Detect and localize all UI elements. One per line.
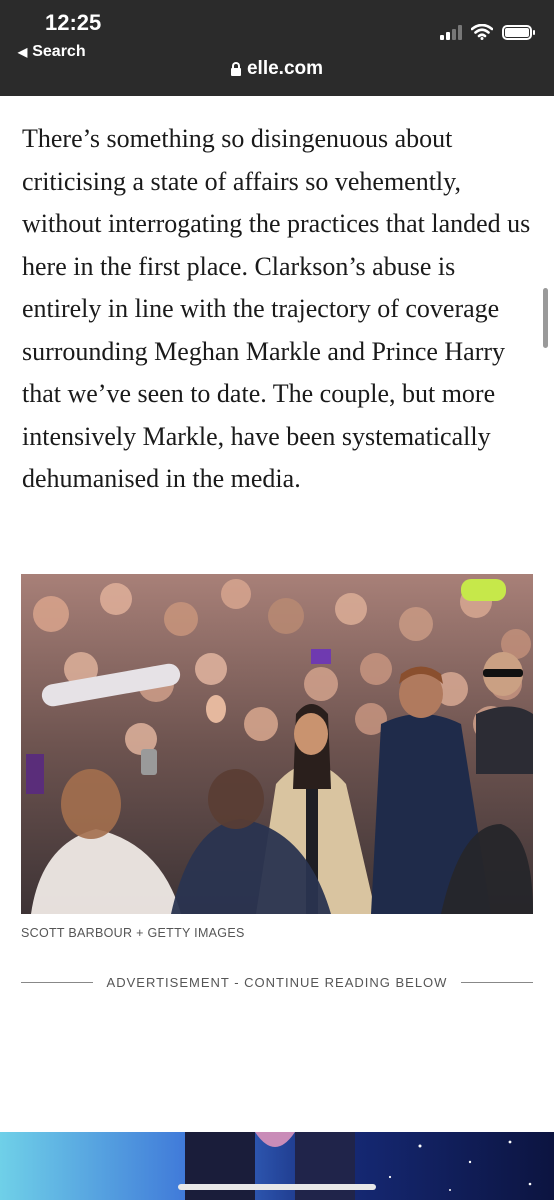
url-text: elle.com [246, 58, 324, 79]
advertisement-divider: ADVERTISEMENT - CONTINUE READING BELOW [21, 975, 533, 990]
wifi-icon [471, 24, 493, 40]
divider-line-left [21, 982, 93, 983]
article-paragraph: There’s something so disingenuous about … [22, 124, 531, 493]
page-scrollbar[interactable] [543, 288, 548, 348]
battery-icon [502, 24, 535, 40]
status-icons [440, 24, 535, 40]
divider-line-right [461, 982, 533, 983]
cellular-signal-icon [440, 24, 462, 40]
back-triangle-icon: ◀ [18, 45, 28, 59]
address-bar[interactable]: elle.com [0, 58, 554, 80]
advertisement-label: ADVERTISEMENT - CONTINUE READING BELOW [106, 975, 448, 990]
lock-icon [230, 61, 241, 76]
home-indicator[interactable] [178, 1184, 376, 1190]
article-photo [21, 574, 533, 914]
photo-caption: SCOTT BARBOUR + GETTY IMAGES [21, 926, 245, 940]
browser-status-bar: 12:25 ◀ Search elle.com [0, 0, 554, 96]
status-time: 12:25 [45, 10, 102, 35]
